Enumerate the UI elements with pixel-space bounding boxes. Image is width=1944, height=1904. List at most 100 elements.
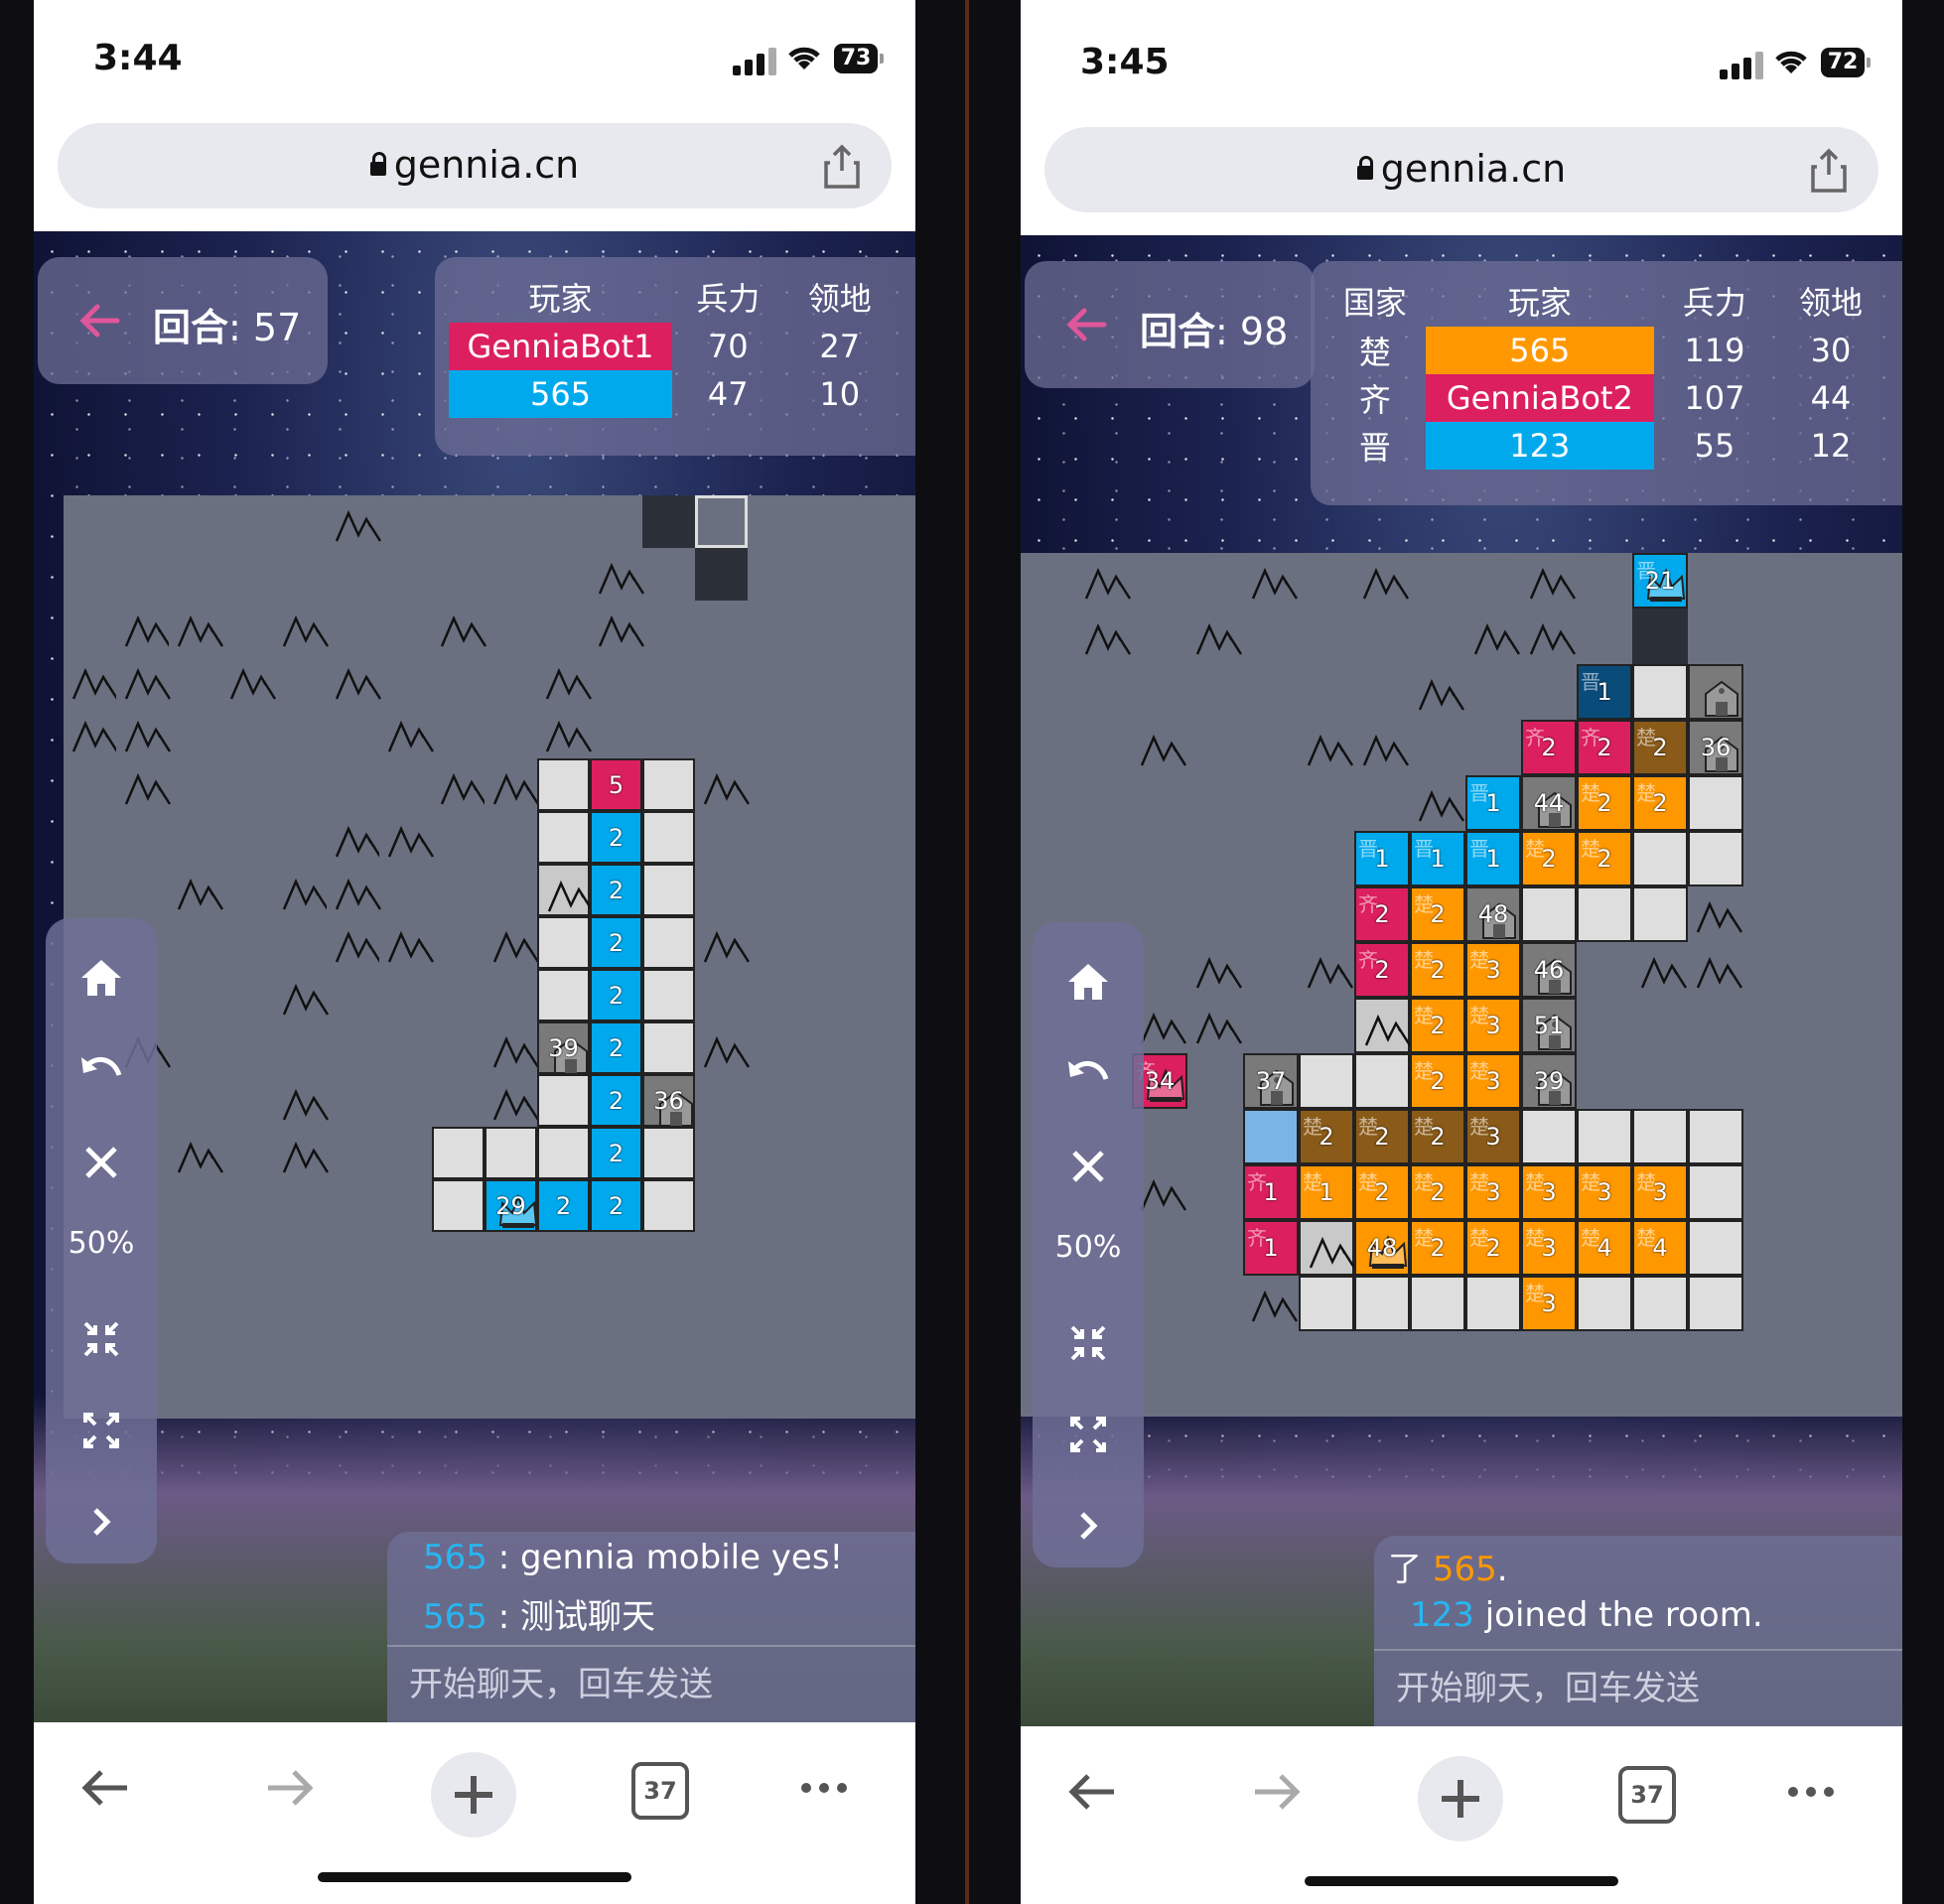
- board-tile[interactable]: [1521, 886, 1577, 942]
- board-tile[interactable]: 2: [590, 1021, 642, 1074]
- back-arrow-icon[interactable]: [77, 299, 121, 342]
- undo-icon[interactable]: [71, 1041, 131, 1101]
- board-tile[interactable]: 楚4: [1577, 1220, 1632, 1276]
- board-tile[interactable]: [642, 1127, 695, 1179]
- board-tile[interactable]: [432, 1127, 485, 1179]
- board-tile[interactable]: [1243, 1109, 1299, 1164]
- board-tile[interactable]: 楚2: [1410, 1109, 1465, 1164]
- board-tile[interactable]: [537, 1074, 590, 1127]
- board-tile[interactable]: 2: [590, 1127, 642, 1179]
- mountain-tile[interactable]: [1187, 998, 1243, 1053]
- board-tile[interactable]: 楚3: [1465, 942, 1521, 998]
- city-tile[interactable]: 39: [537, 1021, 590, 1074]
- board-tile[interactable]: 楚2: [1577, 775, 1632, 831]
- tabs-icon[interactable]: 37: [631, 1762, 689, 1820]
- mountain-tile[interactable]: [274, 1127, 330, 1179]
- mountain-tile[interactable]: [327, 653, 382, 706]
- mountain-tile[interactable]: [695, 916, 751, 969]
- board-tile[interactable]: 2: [590, 1074, 642, 1127]
- general-tile[interactable]: 29: [485, 1179, 538, 1232]
- chevron-right-icon[interactable]: [71, 1492, 131, 1552]
- mountain-tile[interactable]: [485, 1021, 540, 1074]
- board-tile[interactable]: 楚2: [1632, 720, 1688, 775]
- board-tile[interactable]: 齐2: [1354, 942, 1410, 998]
- mountain-tile[interactable]: [1076, 553, 1132, 609]
- board-tile[interactable]: 楚3: [1465, 1109, 1521, 1164]
- board-tile[interactable]: 楚2: [1632, 775, 1688, 831]
- board-tile[interactable]: [1632, 1276, 1688, 1331]
- mountain-tile[interactable]: [485, 1074, 540, 1127]
- expand-icon[interactable]: [1058, 1405, 1118, 1464]
- board-tile[interactable]: [537, 1127, 590, 1179]
- nav-back-icon[interactable]: [1062, 1762, 1122, 1822]
- mountain-tile[interactable]: [1187, 609, 1243, 664]
- home-icon[interactable]: [1058, 952, 1118, 1012]
- board-tile[interactable]: 2: [537, 1179, 590, 1232]
- undo-icon[interactable]: [1058, 1045, 1118, 1105]
- mountain-tile[interactable]: [695, 758, 751, 811]
- board-tile[interactable]: [537, 864, 595, 916]
- board-tile[interactable]: [1299, 1053, 1354, 1109]
- mountain-tile[interactable]: [116, 653, 172, 706]
- board-tile[interactable]: 楚3: [1632, 1164, 1688, 1220]
- board-tile[interactable]: 楚2: [1354, 1164, 1410, 1220]
- board-tile[interactable]: [642, 1021, 695, 1074]
- city-tile[interactable]: 36: [1688, 720, 1743, 775]
- board-tile[interactable]: 楚3: [1465, 998, 1521, 1053]
- board-tile[interactable]: 晋1: [1577, 664, 1632, 720]
- board-tile[interactable]: 2: [590, 811, 642, 864]
- board-tile[interactable]: [1632, 664, 1688, 720]
- mountain-tile[interactable]: [327, 811, 382, 864]
- board-tile[interactable]: [642, 969, 695, 1021]
- board-tile[interactable]: [1688, 1164, 1743, 1220]
- board-tile[interactable]: 2: [590, 864, 642, 916]
- board-tile[interactable]: 2: [590, 1179, 642, 1232]
- nav-forward-icon[interactable]: [1247, 1762, 1307, 1822]
- chevron-right-icon[interactable]: [1058, 1496, 1118, 1556]
- mountain-tile[interactable]: [1354, 720, 1410, 775]
- home-icon[interactable]: [71, 948, 131, 1008]
- board-tile[interactable]: [1577, 1276, 1632, 1331]
- city-tile[interactable]: 39: [1521, 1053, 1577, 1109]
- board-tile[interactable]: [485, 1127, 537, 1179]
- board-tile[interactable]: [1354, 1276, 1410, 1331]
- board-tile[interactable]: 楚2: [1577, 831, 1632, 886]
- board-tile[interactable]: 楚2: [1410, 1220, 1465, 1276]
- board-tile[interactable]: [642, 495, 695, 548]
- board-tile[interactable]: [1632, 1109, 1688, 1164]
- board-tile[interactable]: [1688, 831, 1743, 886]
- board-tile[interactable]: [1632, 609, 1688, 664]
- mountain-tile[interactable]: [537, 653, 593, 706]
- city-tile[interactable]: 46: [1521, 942, 1577, 998]
- mountain-tile[interactable]: [1688, 942, 1743, 998]
- board-tile[interactable]: [1632, 886, 1688, 942]
- mountain-tile[interactable]: [485, 758, 540, 811]
- board-tile[interactable]: [1577, 886, 1632, 942]
- board-tile[interactable]: 齐2: [1577, 720, 1632, 775]
- board-tile[interactable]: [1577, 1109, 1632, 1164]
- share-icon[interactable]: [1809, 147, 1849, 193]
- expand-icon[interactable]: [71, 1401, 131, 1460]
- board-tile[interactable]: 楚2: [1410, 942, 1465, 998]
- board-tile[interactable]: [1299, 1220, 1356, 1276]
- mountain-tile[interactable]: [274, 1074, 330, 1127]
- mountain-tile[interactable]: [327, 495, 382, 548]
- new-tab-icon[interactable]: [1418, 1756, 1503, 1841]
- board-tile[interactable]: [642, 758, 695, 811]
- board-tile[interactable]: 楚2: [1299, 1109, 1354, 1164]
- board-tile[interactable]: [1354, 998, 1412, 1053]
- mountain-tile[interactable]: [590, 548, 645, 601]
- board-tile[interactable]: [1465, 1276, 1521, 1331]
- mountain-tile[interactable]: [379, 811, 435, 864]
- city-tile[interactable]: 51: [1521, 998, 1577, 1053]
- board-tile[interactable]: [537, 758, 590, 811]
- mountain-tile[interactable]: [64, 653, 119, 706]
- mountain-tile[interactable]: [1243, 553, 1299, 609]
- board-tile[interactable]: [642, 916, 695, 969]
- back-arrow-icon[interactable]: [1064, 303, 1108, 346]
- mountain-tile[interactable]: [695, 1021, 751, 1074]
- board-tile[interactable]: [537, 969, 590, 1021]
- board-tile[interactable]: 楚3: [1521, 1220, 1577, 1276]
- mountain-tile[interactable]: [1410, 775, 1465, 831]
- board-tile[interactable]: [695, 495, 748, 548]
